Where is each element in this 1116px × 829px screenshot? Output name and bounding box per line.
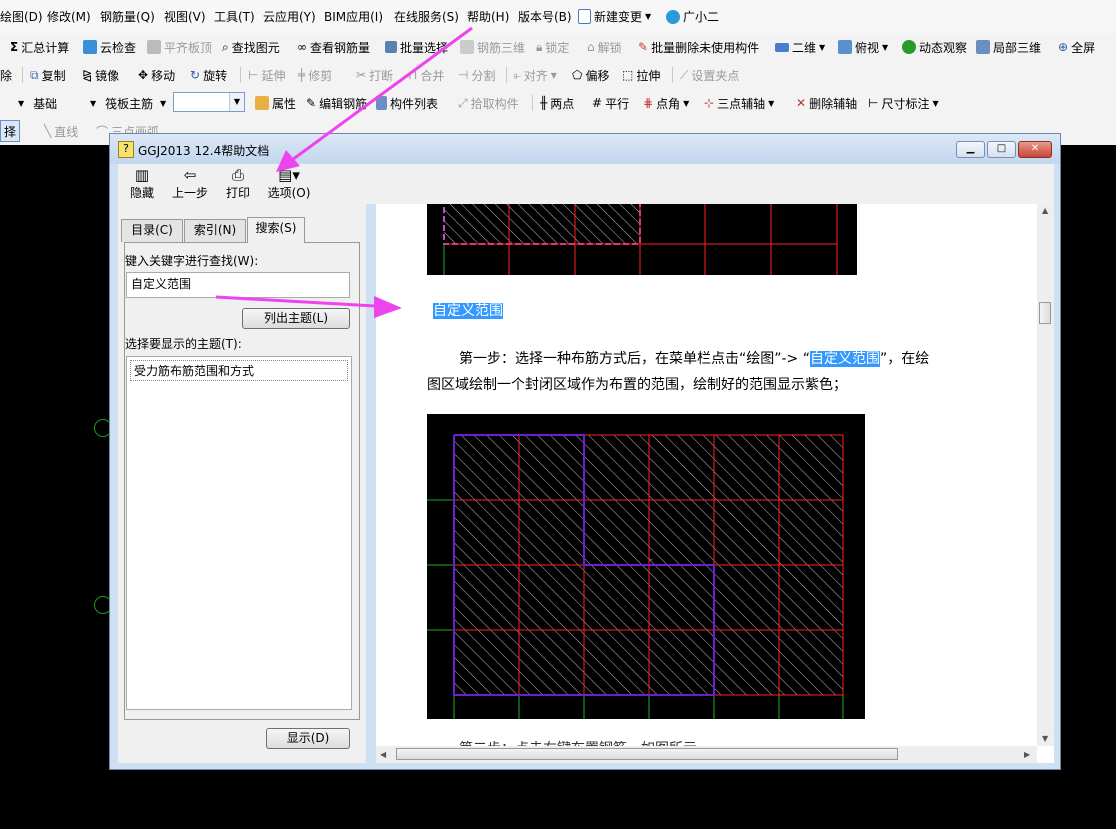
tab-search[interactable]: 搜索(S) <box>247 217 305 243</box>
annotation-arrow-heading <box>215 295 402 318</box>
annotation-overlay <box>215 26 473 318</box>
annotation-arrow-options <box>276 26 473 172</box>
